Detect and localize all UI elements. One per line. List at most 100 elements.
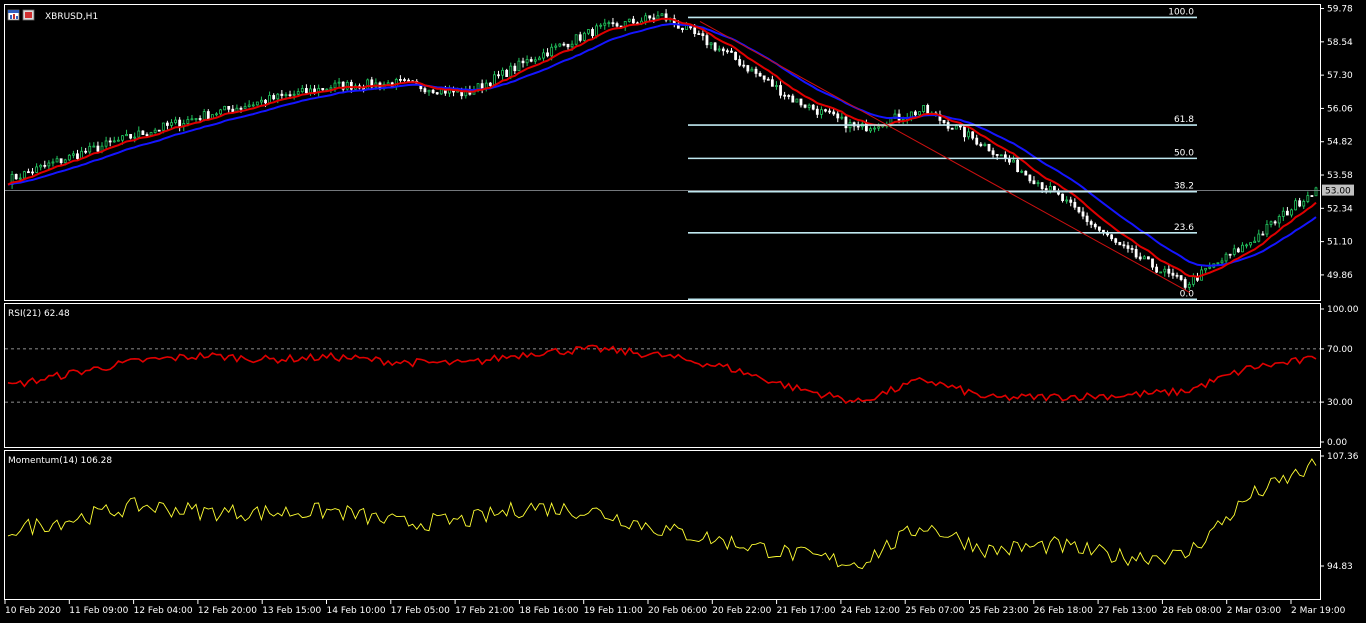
- price-candle: [1020, 169, 1024, 174]
- price-candle: [517, 57, 521, 72]
- price-candle: [717, 45, 721, 53]
- price-candle: [1085, 212, 1089, 226]
- price-candle: [1159, 271, 1163, 274]
- price-candle: [542, 48, 545, 62]
- price-candle: [852, 121, 856, 131]
- price-candle: [1306, 191, 1310, 204]
- price-candle: [317, 84, 321, 97]
- price-candle: [975, 134, 979, 146]
- price-candle: [1290, 208, 1293, 218]
- slow-moving-average-line: [7, 22, 1317, 267]
- price-candle: [223, 105, 227, 111]
- price-candle: [762, 75, 766, 83]
- price-candle: [1302, 199, 1306, 209]
- price-candle: [1175, 272, 1179, 279]
- price-candle: [47, 160, 51, 170]
- price-candle: [116, 136, 120, 142]
- price-candle: [971, 131, 975, 141]
- time-axis-label: 17 Feb 05:00: [391, 606, 450, 616]
- price-candle: [836, 111, 840, 123]
- price-candle: [206, 109, 210, 120]
- price-candle: [967, 127, 970, 140]
- price-candle: [1142, 254, 1146, 260]
- price-candle: [603, 18, 607, 30]
- price-candle: [1028, 174, 1032, 184]
- price-candle: [1130, 245, 1134, 254]
- price-candle: [1314, 186, 1318, 197]
- price-candle: [709, 42, 713, 50]
- price-candle: [341, 81, 345, 92]
- price-candle: [67, 154, 71, 161]
- momentum-title: Momentum(14) 106.28: [8, 456, 112, 466]
- price-candle: [1281, 207, 1285, 222]
- rsi-title: RSI(21) 62.48: [8, 309, 70, 319]
- price-candle: [1061, 193, 1064, 203]
- time-axis-label: 2 Mar 03:00: [1227, 606, 1282, 616]
- price-candle: [1179, 275, 1183, 282]
- chart-window[interactable]: 100.061.850.038.223.60.0 59.7858.5457.30…: [0, 0, 1366, 623]
- price-candle: [525, 55, 529, 67]
- price-candle: [14, 173, 18, 180]
- rsi-pane[interactable]: [4, 303, 1321, 448]
- price-candle: [660, 12, 664, 17]
- price-candle: [820, 106, 823, 119]
- fibo-level-label: 38.2: [1174, 182, 1194, 192]
- time-axis-label: 20 Feb 06:00: [648, 606, 707, 616]
- price-candle: [174, 116, 177, 125]
- price-candle: [35, 163, 39, 174]
- price-candle: [926, 103, 930, 115]
- price-candle: [84, 147, 88, 154]
- price-candle: [243, 102, 247, 109]
- price-candle: [403, 77, 406, 82]
- price-candle: [1008, 155, 1011, 165]
- time-axis-label: 14 Feb 10:00: [327, 606, 386, 616]
- price-candle: [1036, 180, 1040, 187]
- fibo-level-label: 23.6: [1174, 223, 1194, 233]
- price-candle: [963, 125, 966, 142]
- price-candle: [922, 104, 925, 114]
- price-candle: [1093, 222, 1097, 230]
- price-candle: [869, 126, 872, 133]
- time-axis-label: 12 Feb 04:00: [134, 606, 193, 616]
- price-candle: [828, 108, 831, 114]
- price-candle: [1285, 206, 1289, 216]
- time-axis-label: 13 Feb 15:00: [262, 606, 321, 616]
- price-candle: [950, 127, 954, 130]
- price-candle: [582, 31, 586, 42]
- price-candle: [721, 46, 725, 56]
- price-candle: [1134, 245, 1138, 259]
- price-candle: [1265, 220, 1269, 238]
- price-candle: [1253, 236, 1257, 243]
- price-plot: 100.061.850.038.223.60.0: [5, 7, 1320, 301]
- fibo-level-label: 100.0: [1168, 7, 1194, 17]
- price-candle: [22, 170, 26, 179]
- price-candle: [656, 11, 660, 20]
- momentum-pane[interactable]: [4, 450, 1321, 600]
- time-axis-label: 18 Feb 16:00: [519, 606, 578, 616]
- price-candle: [664, 9, 668, 23]
- price-candle: [325, 88, 329, 91]
- price-axis-label: 53.58: [1327, 171, 1353, 181]
- price-candle: [43, 160, 47, 169]
- price-candle: [260, 96, 263, 106]
- price-candle: [1032, 176, 1036, 185]
- window-menu-icon[interactable]: [7, 9, 20, 21]
- symbol-title: XBRUSD,H1: [45, 12, 98, 22]
- price-candle: [533, 56, 537, 64]
- trend-channel-line[interactable]: [699, 20, 1191, 294]
- time-axis-label: 21 Feb 17:00: [777, 606, 836, 616]
- svg-text:53.00: 53.00: [1325, 187, 1351, 197]
- price-candle: [345, 80, 349, 92]
- price-candle: [337, 77, 341, 88]
- price-candle: [464, 86, 468, 99]
- price-candle: [754, 66, 758, 78]
- price-candle: [627, 18, 631, 23]
- rsi-line: [7, 344, 1317, 405]
- price-candle: [705, 32, 709, 49]
- price-axis-label: 51.10: [1327, 238, 1353, 248]
- price-candle: [153, 127, 157, 134]
- rsi-axis-label: 70.00: [1327, 345, 1353, 355]
- time-axis-label: 28 Feb 08:00: [1162, 606, 1221, 616]
- price-candle: [31, 168, 34, 176]
- price-candle: [1236, 247, 1240, 253]
